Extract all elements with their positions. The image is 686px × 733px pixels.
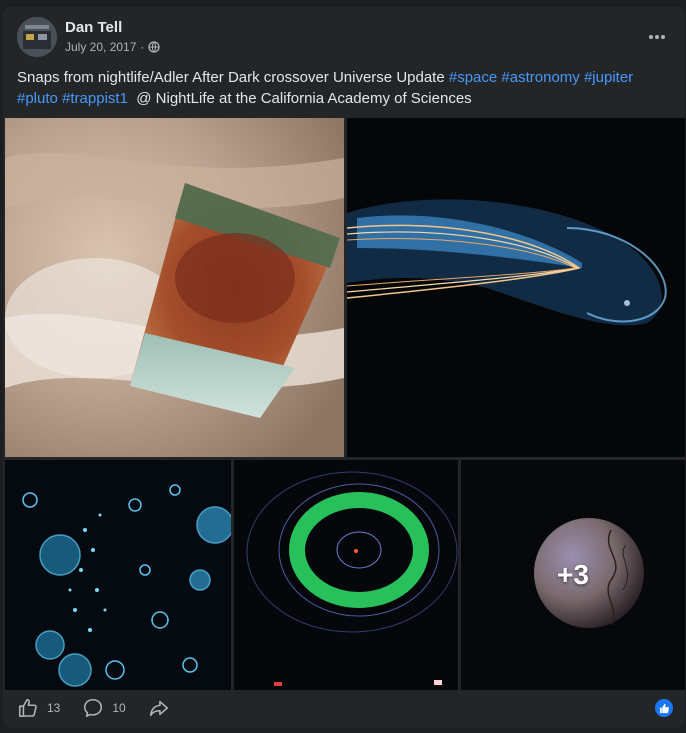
post-text-prefix: Snaps from nightlife/Adler After Dark cr… <box>17 69 449 86</box>
photo-jupiter-image <box>5 118 344 457</box>
photo-jupiter[interactable] <box>5 118 344 457</box>
photo-green-ring-image <box>234 460 458 690</box>
hashtag-jupiter[interactable]: #jupiter <box>584 69 633 86</box>
thumbs-up-icon <box>18 698 37 718</box>
photo-magnetosphere[interactable] <box>347 118 685 457</box>
like-reaction-icon <box>659 703 669 713</box>
author-name[interactable]: Dan Tell <box>65 19 122 36</box>
hashtag-astronomy[interactable]: #astronomy <box>501 69 579 86</box>
avatar[interactable] <box>17 17 57 57</box>
comment-icon <box>84 698 103 718</box>
photo-green-ring[interactable] <box>234 460 458 690</box>
comment-count: 10 <box>112 701 126 715</box>
post-meta: July 20, 2017 · <box>65 40 161 54</box>
hashtag-trappist1[interactable]: #trappist1 <box>62 90 128 107</box>
photo-bubbles-image <box>5 460 231 690</box>
location-tag[interactable]: @ NightLife at the California Academy of… <box>136 90 471 107</box>
globe-icon <box>148 41 161 53</box>
meta-separator: · <box>140 40 145 54</box>
hashtag-space[interactable]: #space <box>449 69 497 86</box>
more-photos-count: +3 <box>557 559 589 590</box>
photo-planet-more[interactable]: +3 <box>461 460 685 690</box>
photo-bubbles[interactable] <box>5 460 231 690</box>
post-date[interactable]: July 20, 2017 <box>65 40 136 54</box>
post-header: Dan Tell July 20, 2017 · <box>17 17 671 61</box>
share-icon <box>149 700 168 717</box>
like-reaction-badge[interactable] <box>655 699 673 717</box>
post-card: Dan Tell July 20, 2017 · Snaps from nigh… <box>3 7 685 728</box>
share-button[interactable] <box>148 697 170 719</box>
hashtag-pluto[interactable]: #pluto <box>17 90 58 107</box>
comment-button[interactable]: 10 <box>82 697 126 719</box>
like-count: 13 <box>47 701 61 715</box>
like-button[interactable]: 13 <box>17 697 60 719</box>
more-options-button[interactable] <box>643 23 671 51</box>
post-text: Snaps from nightlife/Adler After Dark cr… <box>17 67 673 109</box>
avatar-image <box>17 17 57 57</box>
photo-gallery: +3 <box>5 118 685 690</box>
photo-magnetosphere-image <box>347 118 685 457</box>
more-options-icon <box>649 35 665 39</box>
post-footer: 13 10 <box>17 693 673 723</box>
